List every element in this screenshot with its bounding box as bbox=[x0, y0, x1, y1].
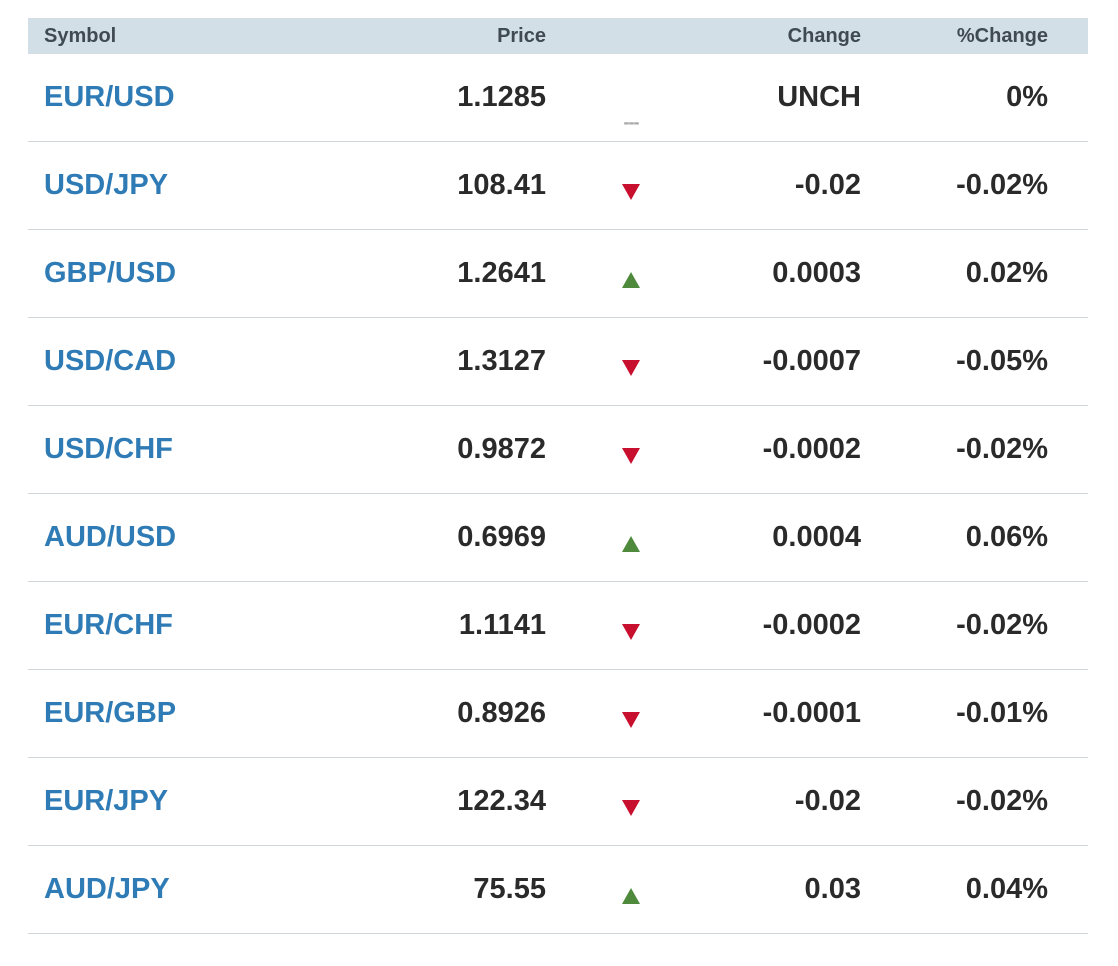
table-row: GBP/USD 1.2641 0.0003 0.02% bbox=[28, 230, 1088, 318]
arrow-down-icon bbox=[622, 359, 640, 376]
price-cell: 75.55 bbox=[473, 873, 546, 905]
header-direction bbox=[546, 18, 716, 54]
direction-cell bbox=[546, 230, 716, 317]
unchanged-dash-icon: --- bbox=[623, 111, 640, 132]
change-cell: 0.0003 bbox=[772, 257, 861, 289]
direction-cell bbox=[546, 318, 716, 405]
direction-cell: --- bbox=[546, 54, 716, 141]
symbol-link[interactable]: USD/JPY bbox=[44, 169, 168, 201]
pct-change-cell: -0.02% bbox=[956, 785, 1048, 817]
symbol-cell: AUD/USD bbox=[28, 521, 428, 554]
pct-change-cell: 0.04% bbox=[965, 873, 1048, 905]
symbol-link[interactable]: USD/CHF bbox=[44, 433, 173, 465]
pct-change-cell: -0.02% bbox=[956, 609, 1048, 641]
table-row: AUD/USD 0.6969 0.0004 0.06% bbox=[28, 494, 1088, 582]
direction-cell bbox=[546, 142, 716, 229]
table-row: EUR/GBP 0.8926 -0.0001 -0.01% bbox=[28, 670, 1088, 758]
symbol-cell: USD/CHF bbox=[28, 433, 428, 466]
symbol-cell: USD/JPY bbox=[28, 169, 428, 202]
arrow-down-icon bbox=[622, 623, 640, 640]
arrow-up-icon bbox=[622, 271, 640, 288]
table-row: USD/JPY 108.41 -0.02 -0.02% bbox=[28, 142, 1088, 230]
symbol-link[interactable]: GBP/USD bbox=[44, 257, 176, 289]
symbol-link[interactable]: AUD/USD bbox=[44, 521, 176, 553]
symbol-cell: AUD/JPY bbox=[28, 873, 428, 906]
symbol-link[interactable]: AUD/JPY bbox=[44, 873, 170, 905]
pct-change-cell: -0.01% bbox=[956, 697, 1048, 729]
change-cell: -0.0002 bbox=[762, 609, 861, 641]
table-row: EUR/USD 1.1285 --- UNCH 0% bbox=[28, 54, 1088, 142]
direction-cell bbox=[546, 758, 716, 845]
pct-change-cell: 0.02% bbox=[965, 257, 1048, 289]
header-pct-change[interactable]: %Change bbox=[861, 25, 1068, 48]
arrow-down-icon bbox=[622, 447, 640, 464]
symbol-link[interactable]: USD/CAD bbox=[44, 345, 176, 377]
pct-change-cell: -0.05% bbox=[956, 345, 1048, 377]
arrow-down-icon bbox=[622, 183, 640, 200]
table-row: EUR/CHF 1.1141 -0.0002 -0.02% bbox=[28, 582, 1088, 670]
direction-cell bbox=[546, 846, 716, 933]
price-cell: 0.8926 bbox=[457, 697, 546, 729]
header-symbol[interactable]: Symbol bbox=[28, 25, 428, 48]
arrow-down-icon bbox=[622, 799, 640, 816]
arrow-down-icon bbox=[622, 711, 640, 728]
price-cell: 0.6969 bbox=[457, 521, 546, 553]
table-header: Symbol Price Change %Change bbox=[28, 18, 1088, 54]
pct-change-cell: 0% bbox=[1006, 81, 1048, 113]
change-cell: 0.0004 bbox=[772, 521, 861, 553]
currency-quote-table: Symbol Price Change %Change EUR/USD 1.12… bbox=[28, 18, 1088, 934]
symbol-cell: GBP/USD bbox=[28, 257, 428, 290]
change-cell: -0.02 bbox=[794, 169, 861, 201]
direction-cell bbox=[546, 670, 716, 757]
direction-cell bbox=[546, 582, 716, 669]
price-cell: 1.2641 bbox=[457, 257, 546, 289]
table-row: EUR/JPY 122.34 -0.02 -0.02% bbox=[28, 758, 1088, 846]
table-row: USD/CHF 0.9872 -0.0002 -0.02% bbox=[28, 406, 1088, 494]
symbol-cell: EUR/CHF bbox=[28, 609, 428, 642]
symbol-cell: USD/CAD bbox=[28, 345, 428, 378]
symbol-cell: EUR/USD bbox=[28, 81, 428, 114]
change-cell: -0.0001 bbox=[762, 697, 861, 729]
pct-change-cell: -0.02% bbox=[956, 169, 1048, 201]
symbol-link[interactable]: EUR/GBP bbox=[44, 697, 176, 729]
symbol-link[interactable]: EUR/USD bbox=[44, 81, 175, 113]
table-body: EUR/USD 1.1285 --- UNCH 0% USD/JPY 108.4… bbox=[28, 54, 1088, 934]
symbol-link[interactable]: EUR/JPY bbox=[44, 785, 168, 817]
change-cell: -0.0002 bbox=[762, 433, 861, 465]
symbol-cell: EUR/JPY bbox=[28, 785, 428, 818]
symbol-link[interactable]: EUR/CHF bbox=[44, 609, 173, 641]
header-change[interactable]: Change bbox=[716, 25, 861, 48]
change-cell: -0.02 bbox=[794, 785, 861, 817]
table-row: USD/CAD 1.3127 -0.0007 -0.05% bbox=[28, 318, 1088, 406]
price-cell: 122.34 bbox=[457, 785, 546, 817]
price-cell: 1.1141 bbox=[458, 609, 546, 641]
price-cell: 108.41 bbox=[457, 169, 546, 201]
header-price[interactable]: Price bbox=[428, 25, 546, 48]
pct-change-cell: -0.02% bbox=[956, 433, 1048, 465]
arrow-up-icon bbox=[622, 535, 640, 552]
pct-change-cell: 0.06% bbox=[965, 521, 1048, 553]
symbol-cell: EUR/GBP bbox=[28, 697, 428, 730]
change-cell: -0.0007 bbox=[762, 345, 861, 377]
change-cell: UNCH bbox=[777, 81, 861, 113]
arrow-up-icon bbox=[622, 887, 640, 904]
table-row: AUD/JPY 75.55 0.03 0.04% bbox=[28, 846, 1088, 934]
direction-cell bbox=[546, 406, 716, 493]
price-cell: 1.1285 bbox=[457, 81, 546, 113]
change-cell: 0.03 bbox=[804, 873, 861, 905]
price-cell: 0.9872 bbox=[457, 433, 546, 465]
price-cell: 1.3127 bbox=[457, 345, 546, 377]
direction-cell bbox=[546, 494, 716, 581]
